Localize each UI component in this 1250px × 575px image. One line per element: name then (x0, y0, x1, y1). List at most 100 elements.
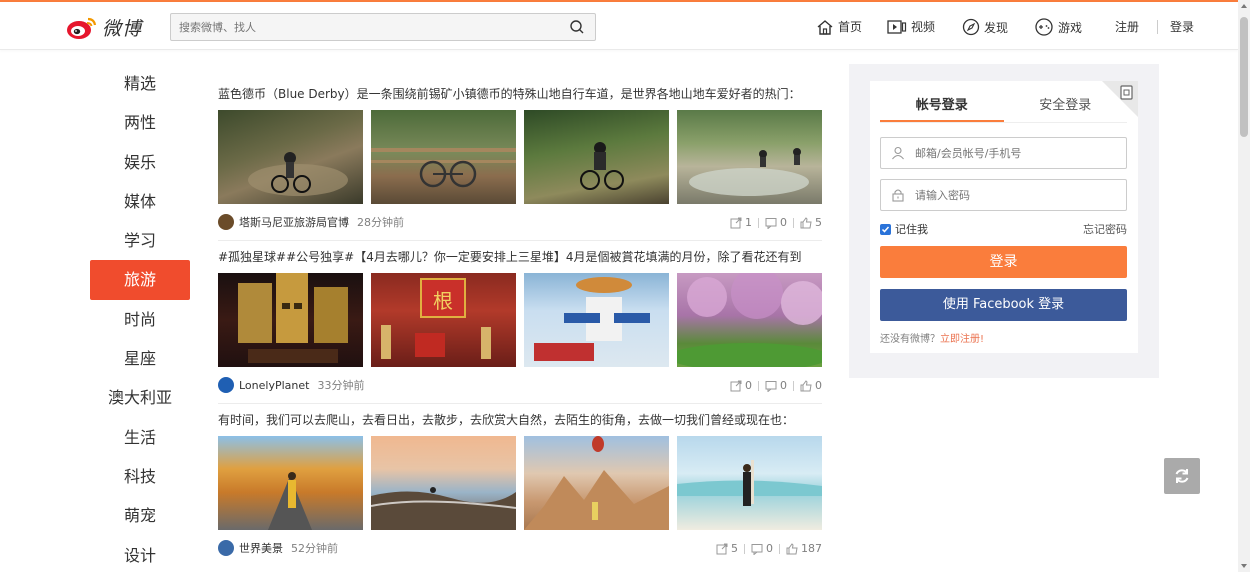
post-title[interactable]: 有时间，我们可以去爬山，去看日出，去散步，去欣赏大自然，去陌生的街角，去做一切我… (218, 404, 822, 436)
comment-icon (751, 543, 763, 555)
sidebar-item-horoscope[interactable]: 星座 (90, 339, 190, 378)
avatar[interactable] (218, 377, 234, 393)
post-image[interactable]: 根 (371, 273, 516, 367)
post-author[interactable]: 塔斯马尼亚旅游局官博 (239, 214, 349, 230)
sidebar-item-media[interactable]: 媒体 (90, 182, 190, 221)
nav-register[interactable]: 注册 (1115, 18, 1139, 35)
post-title[interactable]: 蓝色德币（Blue Derby）是一条围绕前锡矿小镇德币的特殊山地自行车道，是世… (218, 78, 822, 110)
comment-count: 0 (780, 379, 787, 392)
feed-post: #孤独星球##公号独享#【4月去哪儿？你一定要安排上三星堆】4月是個被賞花填满的… (218, 241, 822, 404)
sidebar-item-study[interactable]: 学习 (90, 221, 190, 260)
logo-text: 微博 (102, 17, 143, 40)
sidebar-item-fashion[interactable]: 时尚 (90, 300, 190, 339)
sidebar-item-travel[interactable]: 旅游 (90, 260, 190, 300)
thumbs-up-icon (800, 216, 812, 228)
post-thumbnails (218, 110, 822, 204)
sidebar-item-gender[interactable]: 两性 (90, 103, 190, 142)
login-tabs: 帐号登录 安全登录 (880, 91, 1127, 123)
post-author[interactable]: 世界美景 (239, 540, 283, 556)
tab-account-login[interactable]: 帐号登录 (880, 91, 1004, 122)
like-button[interactable]: 187 (786, 542, 822, 555)
sidebar-item-featured[interactable]: 精选 (90, 64, 190, 103)
category-sidebar: 精选 两性 娱乐 媒体 学习 旅游 时尚 星座 澳大利亚 生活 科技 萌宠 设计 (90, 64, 190, 575)
avatar[interactable] (218, 540, 234, 556)
thumbs-up-icon (800, 379, 812, 391)
comment-button[interactable]: 0 (765, 216, 787, 229)
nav-register-label: 注册 (1115, 20, 1140, 34)
comment-icon (765, 380, 777, 392)
sidebar-item-tech[interactable]: 科技 (90, 457, 190, 496)
post-image[interactable] (524, 273, 669, 367)
page-scrollbar[interactable] (1238, 0, 1250, 572)
nav-login[interactable]: 登录 (1170, 18, 1194, 35)
tab-secure-login[interactable]: 安全登录 (1004, 91, 1128, 122)
sidebar-item-australia[interactable]: 澳大利亚 (90, 378, 190, 417)
nav-video[interactable]: 视频 (887, 18, 935, 35)
avatar[interactable] (218, 214, 234, 230)
gamepad-icon (1035, 18, 1053, 36)
search-icon[interactable] (569, 19, 585, 35)
facebook-login-button[interactable]: 使用 Facebook 登录 (880, 289, 1127, 321)
comment-icon (765, 217, 777, 229)
search-input[interactable] (171, 14, 551, 40)
post-image[interactable] (524, 110, 669, 204)
sidebar-item-pets[interactable]: 萌宠 (90, 496, 190, 535)
feed-post: 蓝色德币（Blue Derby）是一条围绕前锡矿小镇德币的特殊山地自行车道，是世… (218, 78, 822, 241)
thumbs-up-icon (786, 542, 798, 554)
nav-discover[interactable]: 发现 (962, 18, 1008, 36)
like-count: 187 (801, 542, 822, 555)
username-input[interactable] (881, 138, 1081, 168)
video-icon (887, 19, 907, 34)
repost-icon (716, 543, 728, 554)
like-button[interactable]: 5 (800, 216, 822, 229)
remember-checkbox[interactable] (880, 223, 891, 235)
scroll-down-arrow[interactable] (1241, 564, 1247, 568)
repost-button[interactable]: 5 (716, 542, 738, 555)
remember-label[interactable]: 记住我 (895, 221, 928, 237)
post-image[interactable] (677, 110, 822, 204)
post-image[interactable] (218, 436, 363, 530)
repost-count: 5 (731, 542, 738, 555)
comment-count: 0 (780, 216, 787, 229)
login-options: 记住我 忘记密码 (880, 221, 1127, 237)
sidebar-item-entertainment[interactable]: 娱乐 (90, 143, 190, 182)
like-button[interactable]: 0 (800, 379, 822, 392)
lock-icon (892, 189, 904, 202)
post-image[interactable] (677, 436, 822, 530)
no-account-text: 还没有微博？ (880, 334, 940, 345)
login-box: 帐号登录 安全登录 记住我 忘记密码 登录 使用 Facebook 登录 还没有… (870, 81, 1138, 353)
weibo-logo[interactable]: 微博 (66, 12, 142, 42)
repost-count: 1 (745, 216, 752, 229)
repost-button[interactable]: 1 (730, 216, 752, 229)
post-image[interactable] (218, 273, 363, 367)
repost-icon (730, 380, 742, 391)
refresh-button[interactable] (1164, 458, 1200, 494)
compass-icon (962, 18, 980, 36)
post-thumbnails: 根 (218, 273, 822, 367)
login-button[interactable]: 登录 (880, 246, 1127, 278)
post-image[interactable] (371, 436, 516, 530)
post-stats: 1 0 5 (730, 216, 822, 229)
password-input[interactable] (881, 180, 1081, 210)
feed: 蓝色德币（Blue Derby）是一条围绕前锡矿小镇德币的特殊山地自行车道，是世… (218, 78, 822, 566)
post-author[interactable]: LonelyPlanet (239, 379, 309, 392)
sidebar-item-design[interactable]: 设计 (90, 536, 190, 575)
scroll-up-arrow[interactable] (1241, 4, 1247, 8)
refresh-icon (1175, 469, 1189, 483)
post-image[interactable] (524, 436, 669, 530)
post-thumbnails (218, 436, 822, 530)
scroll-thumb[interactable] (1240, 17, 1248, 137)
repost-button[interactable]: 0 (730, 379, 752, 392)
comment-button[interactable]: 0 (751, 542, 773, 555)
sidebar-item-life[interactable]: 生活 (90, 418, 190, 457)
post-image[interactable] (371, 110, 516, 204)
post-image[interactable] (677, 273, 822, 367)
post-title[interactable]: #孤独星球##公号独享#【4月去哪儿？你一定要安排上三星堆】4月是個被賞花填满的… (218, 241, 822, 273)
username-field (880, 137, 1127, 169)
nav-game[interactable]: 游戏 (1034, 18, 1082, 36)
comment-button[interactable]: 0 (765, 379, 787, 392)
register-link[interactable]: 立即注册! (940, 334, 984, 345)
post-image[interactable] (218, 110, 363, 204)
forgot-password-link[interactable]: 忘记密码 (1083, 221, 1127, 237)
nav-home[interactable]: 首页 (816, 18, 862, 35)
